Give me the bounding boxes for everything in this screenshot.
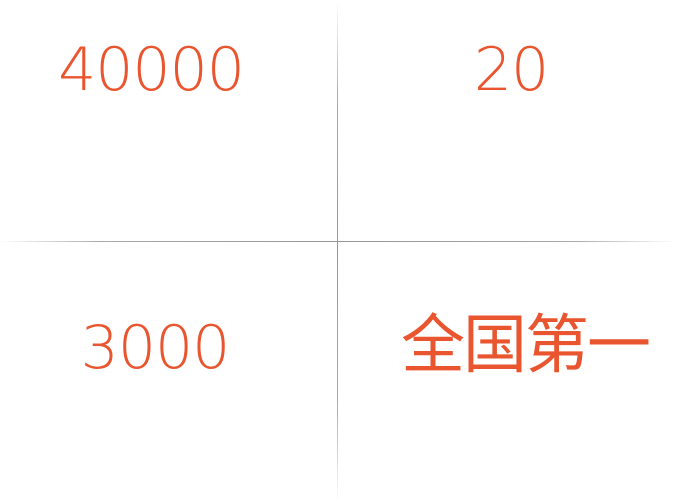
stat-top-right: 20 bbox=[473, 35, 549, 105]
horizontal-divider bbox=[0, 241, 676, 242]
stat-top-left: 40000 bbox=[58, 35, 245, 105]
stats-panel: 40000 20 3000 全国第一 bbox=[0, 0, 676, 502]
stat-bottom-left: 3000 bbox=[80, 313, 231, 383]
stat-bottom-right: 全国第一 bbox=[401, 309, 651, 383]
